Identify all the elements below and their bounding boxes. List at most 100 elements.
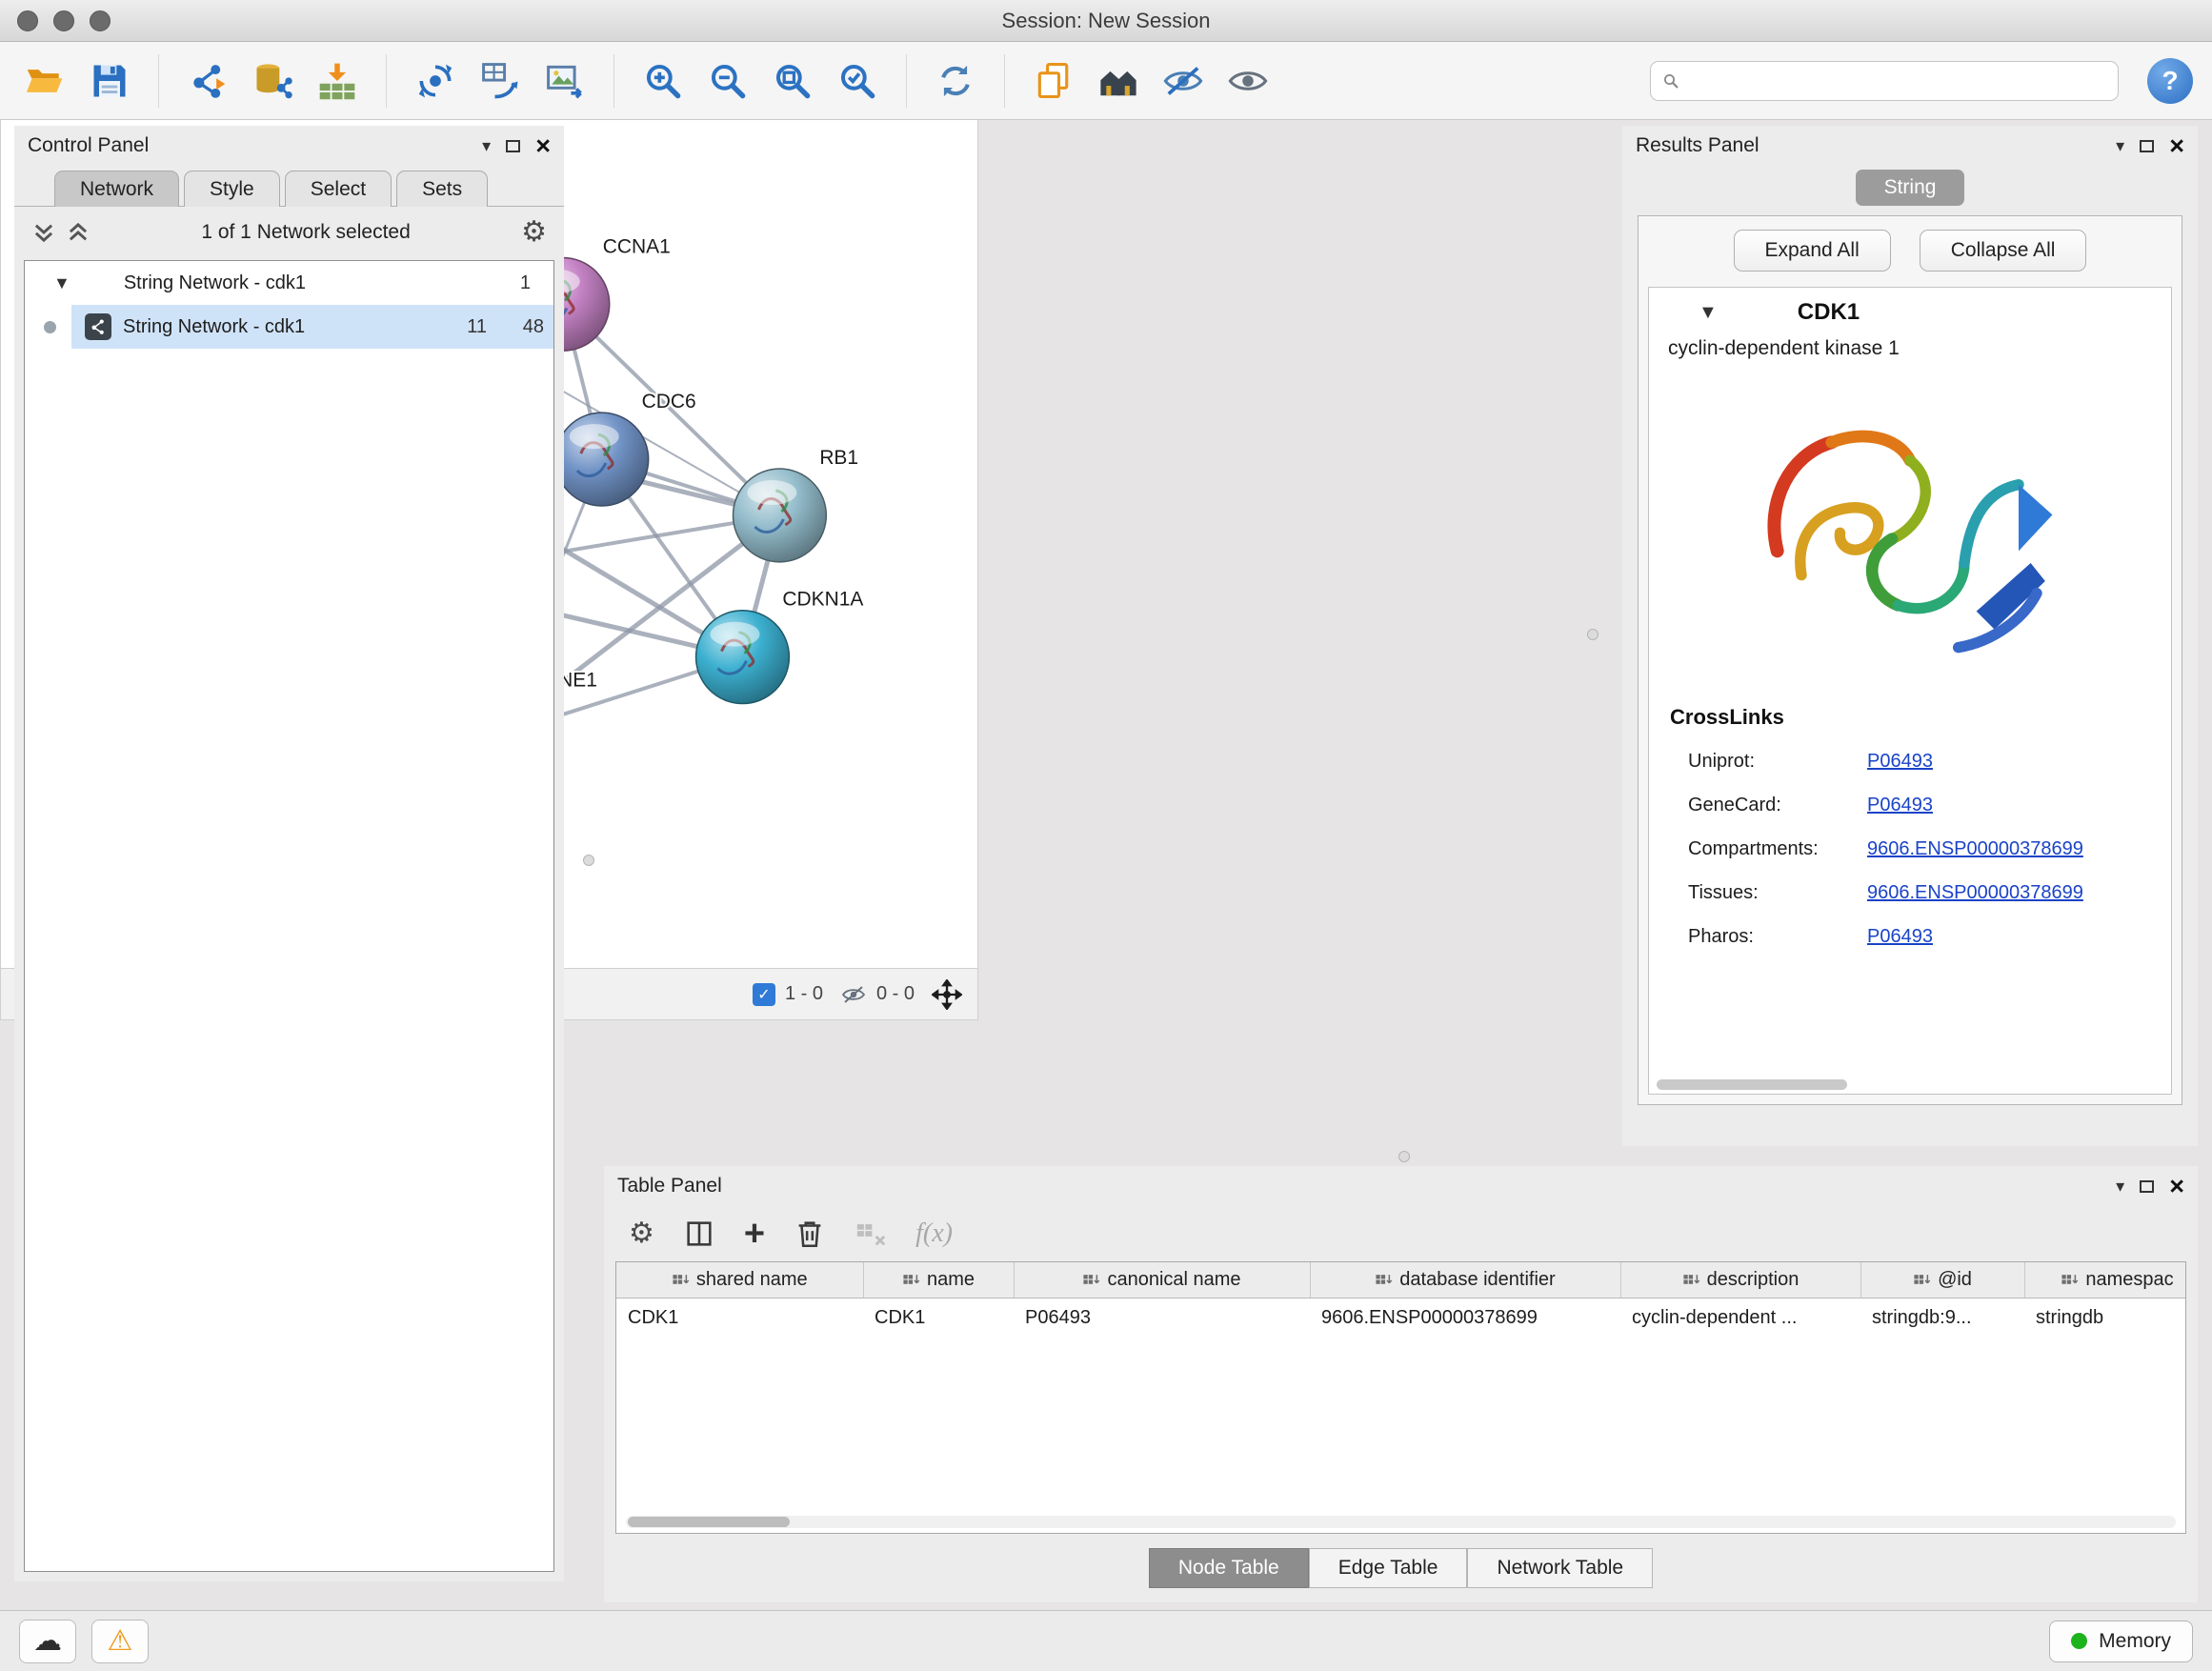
first-neighbors-button[interactable] [410, 53, 461, 109]
close-panel-icon[interactable]: × [2169, 1174, 2184, 1199]
protein-card-header[interactable]: ▼ CDK1 [1649, 288, 2171, 337]
table-options-gear-icon[interactable]: ⚙ [629, 1219, 654, 1248]
right-splitter-handle[interactable] [1587, 629, 1599, 640]
new-network-from-selection-button[interactable] [474, 53, 526, 109]
import-network-database-button[interactable] [247, 53, 298, 109]
delete-column-trash-icon[interactable] [794, 1218, 826, 1250]
save-icon [89, 60, 131, 102]
import-network-file-button[interactable] [182, 53, 233, 109]
network-row-selected[interactable]: String Network - cdk1 11 48 [71, 305, 553, 349]
help-icon: ? [2162, 66, 2178, 96]
tab-select[interactable]: Select [285, 171, 392, 207]
tab-string[interactable]: String [1856, 170, 1965, 206]
table-toolbar: ⚙ + f(x) [604, 1206, 2198, 1261]
collapse-all-button[interactable]: Collapse All [1920, 230, 2087, 272]
column-header--id[interactable]: @id [1860, 1262, 2024, 1299]
title-bar: Session: New Session [0, 0, 2212, 42]
warnings-button[interactable]: ⚠ [91, 1620, 149, 1663]
selected-count-group: ✓ 1 - 0 [753, 983, 823, 1006]
network-row[interactable]: String Network - cdk1 11 48 [25, 305, 553, 349]
close-window-button[interactable] [17, 10, 38, 31]
panel-menu-icon[interactable]: ▾ [482, 136, 491, 156]
table-horizontal-scrollbar[interactable] [626, 1516, 2176, 1528]
bottom-splitter-handle[interactable] [1398, 1151, 1410, 1162]
network-collection-row[interactable]: ▼ String Network - cdk1 1 [25, 261, 553, 305]
search-input[interactable] [1689, 70, 2106, 91]
import-table-button[interactable] [312, 53, 363, 109]
memory-button[interactable]: Memory [2049, 1621, 2193, 1662]
zoom-fit-icon [772, 60, 814, 102]
add-column-icon[interactable]: + [744, 1216, 765, 1252]
home-icon [1097, 60, 1139, 102]
show-graphics-button[interactable] [1222, 53, 1274, 109]
zoom-fit-button[interactable] [767, 53, 818, 109]
control-panel-tabs: Network Style Select Sets [14, 166, 564, 207]
export-image-button[interactable] [539, 53, 591, 109]
tab-sets[interactable]: Sets [396, 171, 488, 207]
show-columns-icon[interactable] [683, 1218, 715, 1250]
crosslink-compartments[interactable]: 9606.ENSP00000378699 [1867, 838, 2083, 860]
collapse-section-icon[interactable]: ▼ [1699, 302, 1718, 324]
tab-edge-table[interactable]: Edge Table [1309, 1548, 1468, 1588]
toolbar-search[interactable] [1650, 61, 2119, 101]
selected-checkbox-icon[interactable]: ✓ [753, 983, 775, 1006]
zoom-window-button[interactable] [90, 10, 111, 31]
crosslink-row: Tissues:9606.ENSP00000378699 [1649, 871, 2171, 915]
zoom-selected-button[interactable] [832, 53, 883, 109]
toolbar-separator [613, 54, 614, 108]
tree-expand-icon[interactable]: ▼ [53, 273, 70, 293]
memory-label: Memory [2099, 1630, 2171, 1653]
float-panel-icon[interactable] [2140, 140, 2154, 152]
expand-all-networks-icon[interactable] [31, 220, 56, 245]
refresh-button[interactable] [930, 53, 981, 109]
pan-crosshair-icon[interactable] [932, 979, 962, 1010]
column-header-shared-name[interactable]: shared name [616, 1262, 863, 1299]
tab-style[interactable]: Style [184, 171, 280, 207]
hidden-nodes-edges: 0 - 0 [876, 983, 915, 1005]
tab-network-table[interactable]: Network Table [1467, 1548, 1653, 1588]
zoom-in-button[interactable] [637, 53, 689, 109]
collapse-all-networks-icon[interactable] [66, 220, 90, 245]
crosslink-tissues[interactable]: 9606.ENSP00000378699 [1867, 882, 2083, 904]
help-button[interactable]: ? [2147, 58, 2193, 104]
column-header-description[interactable]: description [1620, 1262, 1860, 1299]
collection-label: String Network - cdk1 [124, 272, 473, 294]
network-node-cdkn1a[interactable]: CDKN1A [696, 589, 864, 704]
crosslink-genecard[interactable]: P06493 [1867, 795, 1933, 816]
column-header-name[interactable]: name [863, 1262, 1014, 1299]
tab-network[interactable]: Network [54, 171, 179, 207]
panel-menu-icon[interactable]: ▾ [2116, 136, 2124, 156]
network-options-gear-icon[interactable]: ⚙ [521, 218, 547, 247]
crosslink-pharos[interactable]: P06493 [1867, 926, 1933, 948]
float-panel-icon[interactable] [2140, 1180, 2154, 1193]
crosslink-uniprot[interactable]: P06493 [1867, 751, 1933, 773]
home-button[interactable] [1093, 53, 1144, 109]
zoom-out-button[interactable] [702, 53, 754, 109]
eye-slash-icon [1162, 60, 1204, 102]
copy-document-button[interactable] [1028, 53, 1079, 109]
minimize-window-button[interactable] [53, 10, 74, 31]
control-panel: Control Panel ▾ × Network Style Select S… [14, 126, 564, 1581]
zoom-selected-icon [836, 60, 878, 102]
close-panel-icon[interactable]: × [2169, 133, 2184, 159]
float-panel-icon[interactable] [506, 140, 520, 152]
table-row[interactable]: CDK1CDK1P064939606.ENSP00000378699cyclin… [616, 1299, 2186, 1339]
column-header-namespac[interactable]: namespac [2024, 1262, 2186, 1299]
cloud-status-button[interactable]: ☁ [19, 1620, 76, 1663]
open-session-button[interactable] [19, 53, 70, 109]
save-session-button[interactable] [84, 53, 135, 109]
left-splitter-handle[interactable] [583, 855, 594, 866]
expand-all-button[interactable]: Expand All [1734, 230, 1891, 272]
column-header-database-identifier[interactable]: database identifier [1310, 1262, 1620, 1299]
scrollbar-thumb[interactable] [628, 1517, 790, 1527]
window-controls [17, 10, 111, 31]
column-header-canonical-name[interactable]: canonical name [1014, 1262, 1310, 1299]
folder-open-icon [24, 60, 66, 102]
column-sort-icon [2061, 1273, 2080, 1287]
network-node-rb1[interactable]: RB1 [734, 447, 859, 562]
tab-node-table[interactable]: Node Table [1149, 1548, 1309, 1588]
results-horizontal-scrollbar[interactable] [1657, 1079, 1847, 1090]
hide-graphics-button[interactable] [1157, 53, 1209, 109]
close-panel-icon[interactable]: × [535, 133, 551, 159]
panel-menu-icon[interactable]: ▾ [2116, 1177, 2124, 1197]
